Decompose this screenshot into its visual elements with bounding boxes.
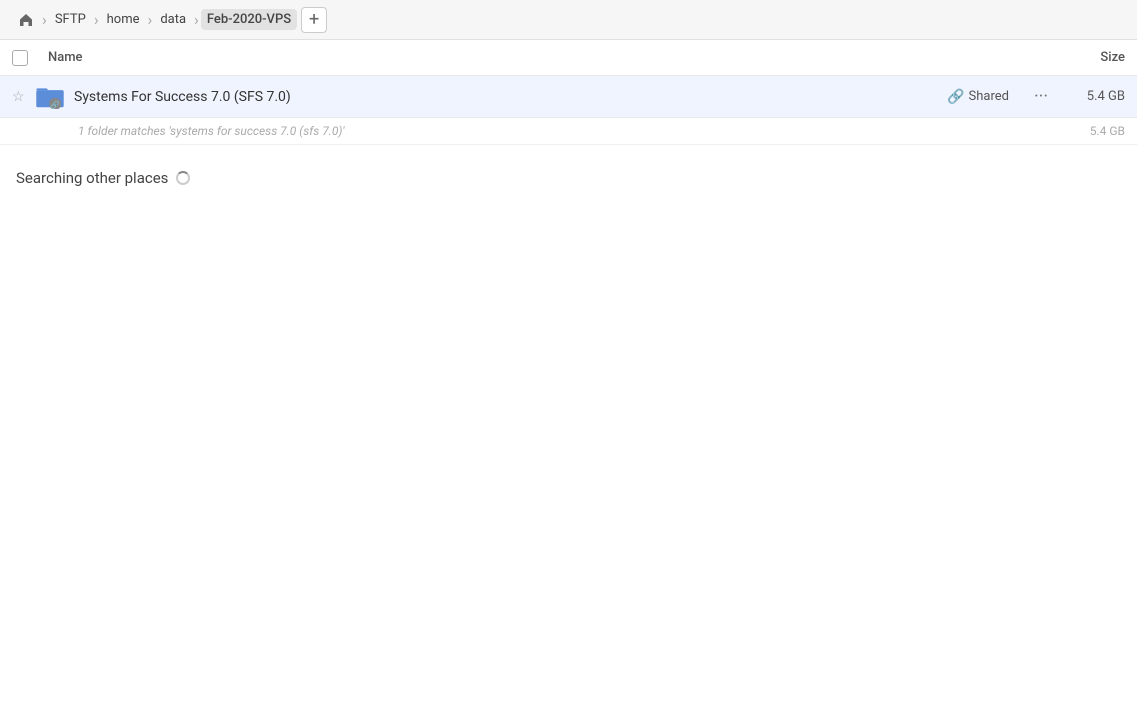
searching-label: Searching other places [16, 169, 168, 187]
separator-2: › [94, 10, 99, 29]
size-column-header: Size [1045, 50, 1125, 65]
searching-section: Searching other places [0, 145, 1137, 199]
file-size: 5.4 GB [1065, 89, 1125, 104]
select-all-checkbox-container[interactable] [12, 50, 48, 66]
separator-3: › [148, 10, 153, 29]
loading-spinner [176, 171, 190, 185]
breadcrumb-data[interactable]: data [154, 9, 192, 30]
select-all-checkbox[interactable] [12, 50, 28, 66]
match-size: 5.4 GB [1065, 124, 1125, 138]
breadcrumb-sftp[interactable]: SFTP [49, 9, 92, 30]
column-header: Name Size [0, 40, 1137, 76]
shared-label-container: 🔗 Shared [947, 89, 1009, 105]
breadcrumb-bar: › SFTP › home › data › Feb-2020-VPS + [0, 0, 1137, 40]
shared-label: Shared [969, 89, 1009, 104]
more-options-button[interactable]: ··· [1025, 86, 1057, 107]
link-icon: 🔗 [947, 89, 964, 105]
folder-icon: 🔗 [36, 85, 68, 109]
name-column-header: Name [48, 50, 1045, 65]
file-name: Systems For Success 7.0 (SFS 7.0) [74, 89, 947, 105]
separator-1: › [42, 10, 47, 29]
separator-4: › [194, 10, 199, 29]
breadcrumb-home[interactable]: home [101, 9, 146, 30]
svg-text:🔗: 🔗 [50, 99, 60, 109]
breadcrumb-feb2020vps[interactable]: Feb-2020-VPS [201, 9, 297, 30]
home-button[interactable] [12, 6, 40, 34]
add-breadcrumb-button[interactable]: + [301, 7, 327, 33]
match-info-row: 1 folder matches 'systems for success 7.… [0, 118, 1137, 145]
file-row[interactable]: ☆ 🔗 Systems For Success 7.0 (SFS 7.0) 🔗 … [0, 76, 1137, 118]
match-description: 1 folder matches 'systems for success 7.… [78, 124, 1065, 138]
star-icon[interactable]: ☆ [12, 89, 36, 105]
